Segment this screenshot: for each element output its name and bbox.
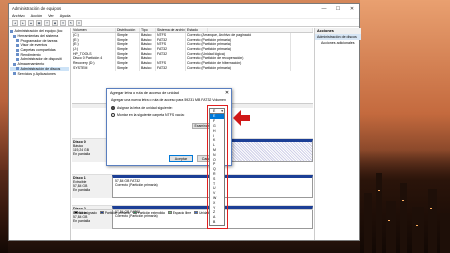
city-tower xyxy=(364,193,372,253)
column-header[interactable]: Volumen xyxy=(72,28,116,32)
back-icon[interactable]: ◂ xyxy=(12,19,18,26)
annotation-arrow-icon xyxy=(232,108,252,128)
legend-item: Partición extendida xyxy=(132,211,165,215)
radio-icon[interactable] xyxy=(111,112,115,117)
city-tower xyxy=(400,183,407,253)
city-tower xyxy=(386,201,396,253)
wallpaper-left-edge xyxy=(0,170,8,253)
city-tower xyxy=(412,207,424,253)
column-header[interactable] xyxy=(208,28,313,32)
refresh-icon[interactable]: ↻ xyxy=(68,19,74,26)
computer-icon xyxy=(10,29,13,33)
forward-icon[interactable]: ▸ xyxy=(20,19,26,26)
dialog-close-button[interactable]: ✕ xyxy=(223,90,231,96)
legend-swatch xyxy=(99,211,104,214)
tools-icon xyxy=(13,34,16,38)
minimize-button[interactable]: — xyxy=(317,4,331,13)
legend-item: No asignado xyxy=(74,211,97,215)
legend-swatch xyxy=(167,211,172,214)
radio-selected-icon[interactable] xyxy=(111,105,115,110)
annotation-highlight-box xyxy=(207,105,228,229)
city-tower xyxy=(428,189,437,253)
folder-icon xyxy=(16,48,19,52)
dialog-title: Agregar letra o ruta de acceso de unidad xyxy=(110,90,179,95)
column-header[interactable]: Estado xyxy=(186,28,208,32)
disk-row[interactable]: Disco 1 Extraíble 57,84 GB En pantalla 5… xyxy=(72,174,313,198)
storage-icon xyxy=(13,62,16,66)
menu-help[interactable]: Ayuda xyxy=(60,14,71,18)
delete-icon[interactable]: ✕ xyxy=(60,19,66,26)
legend-swatch xyxy=(194,211,199,214)
disk-icon xyxy=(16,67,19,71)
city-light xyxy=(416,225,418,226)
more-actions-link[interactable]: Acciones adicionales xyxy=(315,40,361,46)
menu-action[interactable]: Acción xyxy=(31,14,42,18)
city-light xyxy=(402,200,404,201)
up-icon[interactable]: ▲ xyxy=(28,19,34,26)
close-button[interactable]: ✕ xyxy=(345,4,359,13)
actions-pane: Acciones Administración de discos Accion… xyxy=(314,28,361,240)
title-bar[interactable]: Administración de equipos — ☐ ✕ xyxy=(9,4,359,13)
tree-item-computer-management[interactable]: Administración del equipo (loc xyxy=(10,29,69,34)
maximize-button[interactable]: ☐ xyxy=(331,4,345,13)
services-icon xyxy=(13,72,16,76)
performance-icon xyxy=(16,53,19,57)
settings-icon[interactable]: ≡ xyxy=(76,19,82,26)
connect-icon[interactable]: ◆ xyxy=(52,19,58,26)
dialog-title-bar[interactable]: Agregar letra o ruta de acceso de unidad… xyxy=(107,89,231,96)
disk-info: Disco 1 Extraíble 57,84 GB En pantalla xyxy=(72,175,112,198)
toolbar: ◂ ▸ ▲ ▣ ? ◆ ✕ ↻ ≡ xyxy=(9,19,359,27)
properties-icon[interactable]: ▣ xyxy=(36,19,42,26)
table-row[interactable]: SYSTEM Simple Básico FAT32 Correcto (Partici… xyxy=(72,65,313,71)
window-title: Administración de equipos xyxy=(12,6,62,11)
menu-view[interactable]: Ver xyxy=(48,14,54,18)
legend-swatch xyxy=(74,211,78,214)
help-icon[interactable]: ? xyxy=(44,19,50,26)
legend-item: Espacio libre xyxy=(167,211,191,215)
column-header[interactable]: Sistema de archivos xyxy=(156,28,186,32)
legend-item: Partición primaria xyxy=(99,211,130,215)
device-icon xyxy=(16,57,19,61)
console-tree: Administración del equipo (loc Herramien… xyxy=(9,28,71,240)
city-light xyxy=(430,208,432,209)
city-light xyxy=(378,190,380,191)
column-header[interactable]: Distribución xyxy=(116,28,140,32)
dialog-description: Agregar una nueva letra o ruta de acceso… xyxy=(111,98,226,102)
city-tower xyxy=(440,213,450,253)
legend-bar: No asignado Partición primaria Partición… xyxy=(72,209,313,215)
city-tower xyxy=(376,173,382,253)
wallpaper-city xyxy=(360,150,450,253)
menu-file[interactable]: Archivo xyxy=(12,14,25,18)
column-header[interactable]: Tipo xyxy=(140,28,156,32)
event-icon xyxy=(16,43,19,47)
legend-swatch xyxy=(132,211,137,214)
city-light xyxy=(388,220,390,221)
clock-icon xyxy=(16,39,19,43)
accept-button[interactable]: Aceptar xyxy=(169,155,193,162)
tree-item-services[interactable]: Servicios y Aplicaciones xyxy=(10,71,69,76)
